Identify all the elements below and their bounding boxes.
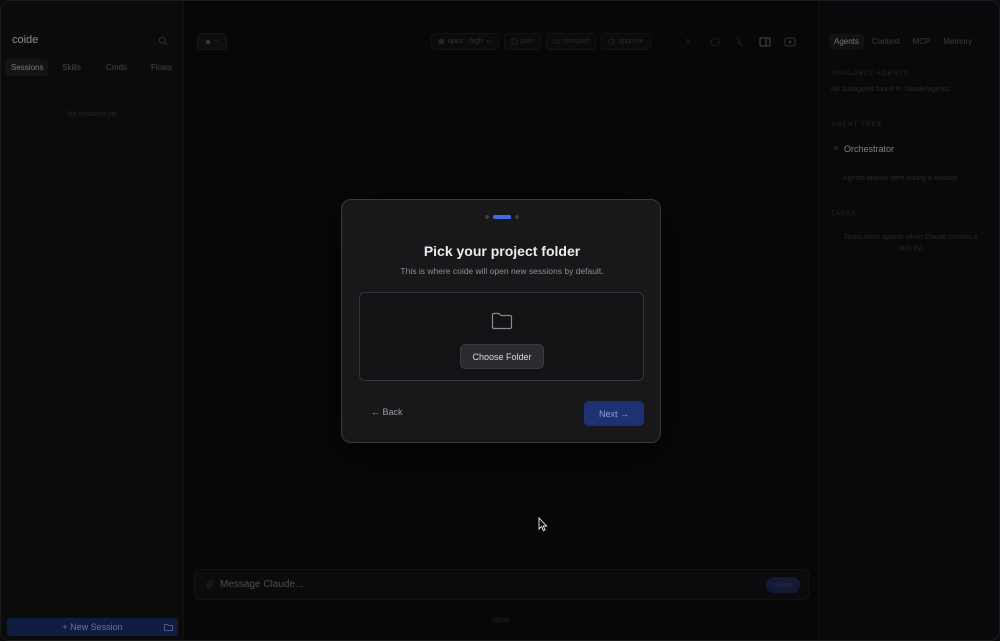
choose-folder-button[interactable]: Choose Folder — [460, 344, 544, 369]
step-dot — [485, 215, 489, 219]
folder-drop-zone[interactable]: Choose Folder — [359, 292, 644, 381]
next-button[interactable]: Next → — [584, 401, 644, 426]
folder-icon — [491, 312, 513, 330]
back-button[interactable]: ← Back — [371, 407, 403, 417]
modal-title: Pick your project folder — [423, 243, 581, 259]
step-dot-active — [493, 215, 511, 219]
step-dot — [515, 215, 519, 219]
modal-subtitle: This is where coide will open new sessio… — [400, 266, 604, 276]
step-indicator — [342, 215, 662, 219]
app-window: coide Sessions Skills Cmds Flows No sess… — [0, 0, 1000, 641]
mouse-cursor-icon — [538, 517, 548, 532]
onboarding-modal: Pick your project folder This is where c… — [341, 199, 661, 443]
